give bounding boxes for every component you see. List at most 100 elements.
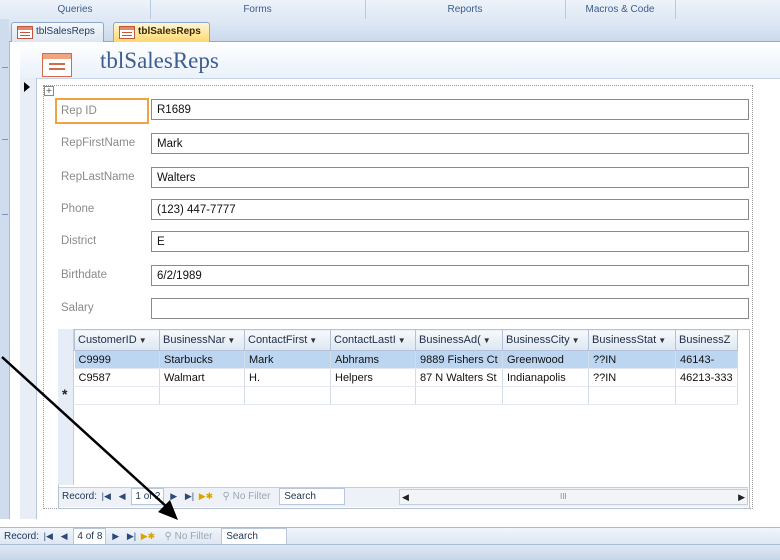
- table-cell[interactable]: [588, 386, 676, 405]
- table-cell[interactable]: 87 N Walters St: [415, 368, 503, 387]
- pane-tick: [2, 67, 8, 68]
- record-selector[interactable]: [20, 78, 37, 519]
- chevron-down-icon[interactable]: ▼: [227, 336, 235, 345]
- last-record-button[interactable]: ▶|: [183, 488, 196, 505]
- first-record-button[interactable]: |◀: [42, 528, 55, 545]
- field-rep-id[interactable]: R1689: [151, 99, 749, 120]
- ribbon-group-strip: Queries Forms Reports Macros & Code: [0, 0, 780, 20]
- no-filter-button[interactable]: ⚲ No Filter: [165, 528, 213, 545]
- table-row[interactable]: C9999 Starbucks Mark Abhrams 9889 Fisher…: [74, 350, 738, 369]
- document-tab-bar: tblSalesReps tblSalesReps: [9, 19, 780, 42]
- table-cell[interactable]: Indianapolis: [502, 368, 589, 387]
- table-cell[interactable]: [675, 386, 738, 405]
- main-record-navigator: Record: |◀ ◀ 4 of 8 ▶ ▶| ▶✱ ⚲ No Filter …: [4, 528, 288, 545]
- column-header-label: BusinessStat: [592, 334, 657, 346]
- column-header-label: BusinessNar: [163, 334, 226, 346]
- search-input[interactable]: Search: [221, 528, 288, 545]
- chevron-down-icon[interactable]: ▼: [309, 336, 317, 345]
- table-cell[interactable]: Greenwood: [502, 350, 589, 369]
- column-header-business-state[interactable]: BusinessStat ▼: [588, 329, 676, 351]
- layout-selector-icon[interactable]: +: [44, 86, 54, 96]
- table-cell[interactable]: [74, 386, 160, 405]
- column-header-customer-id[interactable]: CustomerID ▼: [74, 329, 160, 351]
- ribbon-group-macros[interactable]: Macros & Code: [565, 0, 676, 19]
- label-district: District: [61, 235, 97, 247]
- first-record-button[interactable]: |◀: [100, 488, 113, 505]
- table-cell[interactable]: [159, 386, 245, 405]
- tab-tblsalesreps-table[interactable]: tblSalesReps: [11, 22, 104, 42]
- form-icon: [119, 26, 135, 39]
- subform-record-selector[interactable]: [58, 329, 74, 485]
- table-cell[interactable]: ??IN: [588, 350, 676, 369]
- subform-datasheet: CustomerID ▼ BusinessNar ▼ ContactFirst ▼ C…: [74, 329, 738, 405]
- table-row[interactable]: C9587 Walmart H. Helpers 87 N Walters St…: [74, 368, 738, 387]
- column-header-business-name[interactable]: BusinessNar ▼: [159, 329, 245, 351]
- column-header-contact-first[interactable]: ContactFirst ▼: [244, 329, 331, 351]
- no-filter-label: No Filter: [232, 491, 271, 502]
- chevron-down-icon[interactable]: ▼: [572, 336, 580, 345]
- table-cell[interactable]: H.: [244, 368, 331, 387]
- main-record-navigation-bar: Record: |◀ ◀ 4 of 8 ▶ ▶| ▶✱ ⚲ No Filter …: [0, 527, 780, 545]
- table-cell[interactable]: ??IN: [588, 368, 676, 387]
- column-header-label: ContactLastI: [334, 334, 396, 346]
- table-cell[interactable]: C9587: [74, 368, 160, 387]
- label-rep-last-name: RepLastName: [61, 171, 135, 183]
- table-cell[interactable]: Walmart: [159, 368, 245, 387]
- last-record-button[interactable]: ▶|: [125, 528, 138, 545]
- field-salary[interactable]: [151, 298, 749, 319]
- table-cell[interactable]: 46213-333: [675, 368, 738, 387]
- ribbon-group-queries[interactable]: Queries: [0, 0, 151, 19]
- record-position-input[interactable]: 4 of 8: [73, 528, 107, 545]
- chevron-down-icon[interactable]: ▼: [483, 336, 491, 345]
- table-cell[interactable]: Helpers: [330, 368, 416, 387]
- navigation-pane-collapsed[interactable]: [0, 19, 10, 519]
- status-bar: [0, 544, 780, 560]
- table-cell[interactable]: 9889 Fishers Ct: [415, 350, 503, 369]
- table-cell[interactable]: [502, 386, 589, 405]
- label-birthdate: Birthdate: [61, 269, 108, 281]
- next-record-button[interactable]: ▶: [167, 488, 180, 505]
- field-district[interactable]: E: [151, 231, 749, 252]
- column-header-contact-last[interactable]: ContactLastI ▼: [330, 329, 416, 351]
- column-header-business-address[interactable]: BusinessAd(▼: [415, 329, 503, 351]
- label-salary: Salary: [61, 302, 94, 314]
- table-cell[interactable]: 46143-: [675, 350, 738, 369]
- chevron-down-icon[interactable]: ▼: [139, 336, 147, 345]
- scroll-right-arrow-icon[interactable]: ▶: [738, 490, 745, 504]
- scroll-left-arrow-icon[interactable]: ◀: [402, 490, 409, 504]
- table-cell[interactable]: [244, 386, 331, 405]
- search-input[interactable]: Search: [279, 488, 346, 505]
- table-cell[interactable]: Starbucks: [159, 350, 245, 369]
- field-phone[interactable]: (123) 447-7777: [151, 199, 749, 220]
- table-cell[interactable]: C9999: [74, 350, 160, 369]
- field-rep-last-name[interactable]: Walters: [151, 167, 749, 188]
- previous-record-button[interactable]: ◀: [58, 528, 71, 545]
- field-rep-first-name[interactable]: Mark: [151, 133, 749, 154]
- field-birthdate[interactable]: 6/2/1989: [151, 265, 749, 286]
- tab-tblsalesreps-form[interactable]: tblSalesReps: [113, 22, 210, 42]
- new-record-button[interactable]: ▶✱: [199, 488, 213, 505]
- no-filter-button[interactable]: ⚲ No Filter: [223, 488, 271, 505]
- ribbon-group-reports[interactable]: Reports: [365, 0, 566, 19]
- table-cell[interactable]: Abhrams: [330, 350, 416, 369]
- form-icon: [42, 53, 72, 77]
- record-position-input[interactable]: 1 of 2: [131, 488, 165, 505]
- table-cell[interactable]: Mark: [244, 350, 331, 369]
- column-header-business-city[interactable]: BusinessCity ▼: [502, 329, 589, 351]
- column-header-business-zip[interactable]: BusinessZ: [675, 329, 738, 351]
- next-record-button[interactable]: ▶: [109, 528, 122, 545]
- ribbon-group-forms[interactable]: Forms: [150, 0, 366, 19]
- table-cell[interactable]: [415, 386, 503, 405]
- chevron-down-icon[interactable]: ▼: [398, 336, 406, 345]
- chevron-down-icon[interactable]: ▼: [658, 336, 666, 345]
- table-row-new[interactable]: [74, 386, 738, 405]
- previous-record-button[interactable]: ◀: [116, 488, 129, 505]
- new-record-button[interactable]: ▶✱: [141, 528, 155, 545]
- datasheet-header-row: CustomerID ▼ BusinessNar ▼ ContactFirst ▼ C…: [74, 329, 738, 351]
- scroll-thumb-grip[interactable]: III: [560, 490, 567, 504]
- label-rep-id: Rep ID: [55, 98, 149, 124]
- subform-horizontal-scrollbar[interactable]: ◀ III ▶: [399, 489, 748, 505]
- record-label: Record:: [62, 491, 98, 502]
- subform-record-navigator: Record: |◀ ◀ 1 of 2 ▶ ▶| ▶✱ ⚲ No Filter …: [62, 488, 346, 505]
- table-cell[interactable]: [330, 386, 416, 405]
